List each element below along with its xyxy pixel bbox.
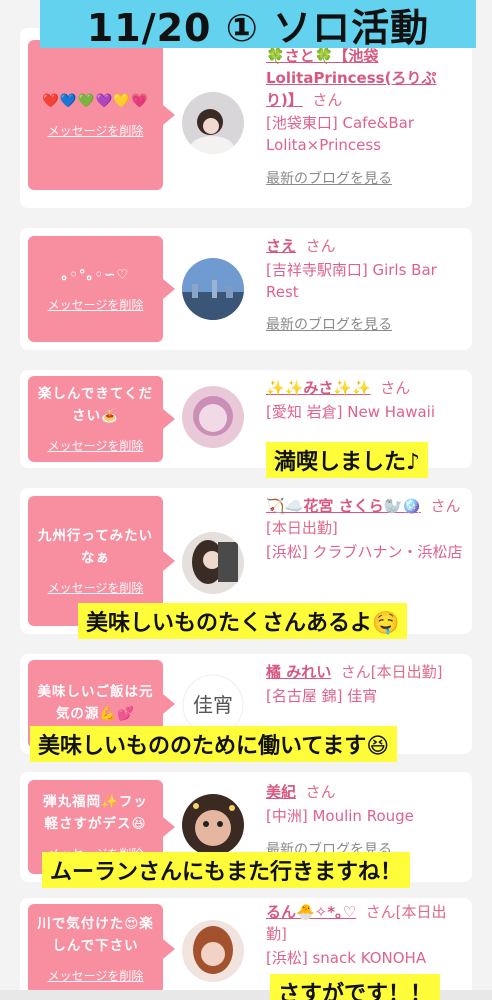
shop-name: [名古屋 錦] 佳宵 bbox=[266, 686, 378, 705]
girl-name-link[interactable]: 橘 みれい bbox=[266, 663, 331, 681]
avatar[interactable] bbox=[182, 532, 244, 594]
girl-name-link[interactable]: るん🐣✧*｡♡ bbox=[266, 903, 356, 921]
girl-name-link[interactable]: ✨✨みさ✨✨ bbox=[266, 379, 371, 397]
caption-overlay: ムーランさんにもまた行きますね！ bbox=[42, 852, 411, 888]
honorific: さん bbox=[312, 90, 343, 109]
girl-name-link[interactable]: 美紀 bbox=[266, 783, 296, 801]
girl-name-link[interactable]: 🍀さと🍀【池袋LolitaPrincess(ろりぷり)】 bbox=[266, 47, 436, 109]
honorific: さん bbox=[305, 237, 336, 255]
caption-overlay: さすがです！！ bbox=[270, 974, 441, 1000]
delete-message-link[interactable]: メッセージを削除 bbox=[48, 122, 144, 139]
caption-overlay: 美味しいものたくさんあるよ🤤 bbox=[78, 603, 408, 639]
message-text: ｡◦°｡◦∽♡ bbox=[61, 266, 130, 283]
girl-info: さえ さん [吉祥寺駅南口] Girls Bar Rest 最新のブログを見る bbox=[266, 236, 466, 336]
shop-name: [浜松] クラブハナン・浜松店 bbox=[266, 542, 463, 561]
message-bubble: ❤️💙💚💜💛💗 メッセージを削除 bbox=[28, 40, 175, 190]
shop-name: [浜松] snack KONOHA bbox=[266, 948, 427, 967]
message-bubble: 楽しんできてください🍝 メッセージを削除 bbox=[28, 376, 175, 462]
caption-overlay: 美味しいもののために働いてます😆 bbox=[30, 726, 398, 762]
girl-name-link[interactable]: さえ bbox=[266, 237, 296, 255]
message-text: 九州行ってみたいなぁ bbox=[37, 527, 154, 566]
delete-message-link[interactable]: メッセージを削除 bbox=[48, 437, 144, 454]
latest-blog-link[interactable]: 最新のブログを見る bbox=[266, 315, 466, 335]
header-title: 11/20 ① ソロ活動 bbox=[40, 0, 476, 48]
honorific: さん bbox=[305, 783, 336, 801]
honorific: さん bbox=[380, 379, 411, 397]
message-text: 川で気付けた😍楽しんで下さい bbox=[37, 915, 154, 954]
girl-info: 橘 みれい さん[本日出勤] [名古屋 錦] 佳宵 bbox=[266, 662, 466, 708]
shop-name: [池袋東口] Cafe&Bar Lolita×Princess bbox=[266, 114, 414, 154]
delete-message-link[interactable]: メッセージを削除 bbox=[48, 967, 144, 984]
message-text: 弾丸福岡✨フッ軽さすがデス😆 bbox=[43, 793, 148, 832]
girl-info: 🍀さと🍀【池袋LolitaPrincess(ろりぷり)】 さん [池袋東口] C… bbox=[266, 46, 466, 189]
girl-info: 🏹☁️花宮 さくら🦭🪩 さん[本日出勤] [浜松] クラブハナン・浜松店 bbox=[266, 496, 466, 563]
message-bubble: 川で気付けた😍楽しんで下さい メッセージを削除 bbox=[28, 904, 175, 994]
girl-info: るん🐣✧*｡♡ さん[本日出勤] [浜松] snack KONOHA bbox=[266, 902, 466, 969]
shop-name: [愛知 岩倉] New Hawaii bbox=[266, 402, 435, 421]
delete-message-link[interactable]: メッセージを削除 bbox=[48, 296, 144, 313]
girl-info: 美紀 さん [中洲] Moulin Rouge 最新のブログを見る bbox=[266, 782, 466, 860]
message-bubble: ｡◦°｡◦∽♡ メッセージを削除 bbox=[28, 236, 175, 342]
avatar[interactable] bbox=[182, 92, 244, 154]
avatar[interactable] bbox=[182, 920, 244, 982]
delete-message-link[interactable]: メッセージを削除 bbox=[48, 579, 144, 596]
message-text: ❤️💙💚💜💛💗 bbox=[42, 92, 149, 109]
girl-name-link[interactable]: 🏹☁️花宮 さくら🦭🪩 bbox=[266, 497, 421, 515]
message-card: ｡◦°｡◦∽♡ メッセージを削除 さえ さん [吉祥寺駅南口] Girls Ba… bbox=[20, 228, 472, 350]
message-card: ❤️💙💚💜💛💗 メッセージを削除 🍀さと🍀【池袋LolitaPrincess(ろ… bbox=[20, 28, 472, 208]
latest-blog-link[interactable]: 最新のブログを見る bbox=[266, 169, 466, 189]
caption-overlay: 満喫しました♪ bbox=[266, 442, 429, 478]
girl-info: ✨✨みさ✨✨ さん [愛知 岩倉] New Hawaii bbox=[266, 378, 466, 424]
shop-name: [中洲] Moulin Rouge bbox=[266, 806, 414, 825]
avatar[interactable] bbox=[182, 794, 244, 856]
avatar[interactable] bbox=[182, 258, 244, 320]
shop-name: [吉祥寺駅南口] Girls Bar Rest bbox=[266, 260, 437, 301]
message-text: 美味しいご飯は元気の源💪💕 bbox=[37, 684, 154, 722]
avatar[interactable] bbox=[182, 386, 244, 448]
svg-text:佳宵: 佳宵 bbox=[193, 693, 233, 717]
honorific: さん[本日出勤] bbox=[340, 663, 443, 681]
message-text: 楽しんできてください🍝 bbox=[38, 385, 153, 424]
